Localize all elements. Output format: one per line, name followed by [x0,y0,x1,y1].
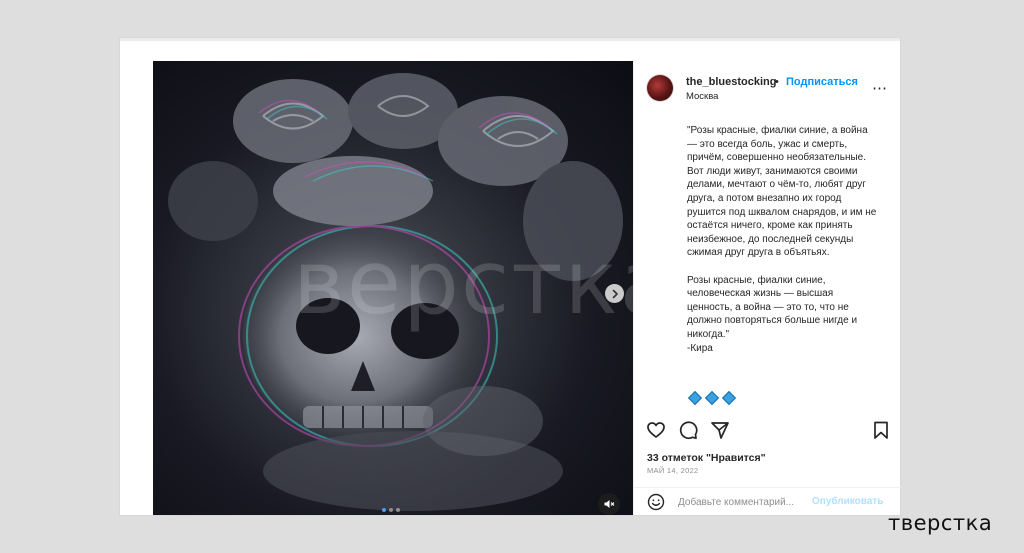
post-header: the_bluestocking • Подписаться Москва ⋯ [634,61,901,115]
caption-emojis [687,390,737,406]
sound-off-icon [604,500,615,508]
blue-diamond-icon [687,390,703,406]
slide-dot [382,508,386,512]
post-card: верстка the_bluestocking • Подписаться М… [120,38,901,515]
slide-dot [389,508,393,512]
emoji-icon[interactable] [647,493,665,511]
brand-logo: тверстка [888,511,993,535]
more-options-icon[interactable]: ⋯ [872,79,888,97]
post-date[interactable]: МАЙ 14, 2022 [647,466,699,475]
heart-icon[interactable] [646,420,666,440]
next-slide-button[interactable] [605,284,624,303]
location-link[interactable]: Москва [686,91,718,102]
action-bar [634,417,901,447]
post-media[interactable]: верстка [153,61,633,515]
chevron-right-icon [612,289,618,298]
comment-bar: Опубликовать [634,487,901,516]
top-band [120,38,900,41]
slide-indicator [382,508,400,512]
comment-icon[interactable] [678,420,698,440]
blue-diamond-icon [721,390,737,406]
comment-input[interactable] [678,494,808,510]
slide-dot [396,508,400,512]
media-watermark: верстка [293,231,633,334]
username-link[interactable]: the_bluestocking [686,76,776,88]
publish-button[interactable]: Опубликовать [812,496,883,507]
follow-button[interactable]: Подписаться [786,76,858,88]
mute-button[interactable] [598,493,620,515]
separator-dot: • [775,76,779,88]
likes-count[interactable]: 33 отметок "Нравится" [647,452,766,464]
blue-diamond-icon [704,390,720,406]
avatar[interactable] [647,75,673,101]
share-icon[interactable] [710,420,730,440]
post-caption: "Розы красные, фиалки синие, а война — э… [687,125,877,354]
post-side-panel: the_bluestocking • Подписаться Москва ⋯ … [633,61,901,515]
bookmark-icon[interactable] [871,420,891,440]
